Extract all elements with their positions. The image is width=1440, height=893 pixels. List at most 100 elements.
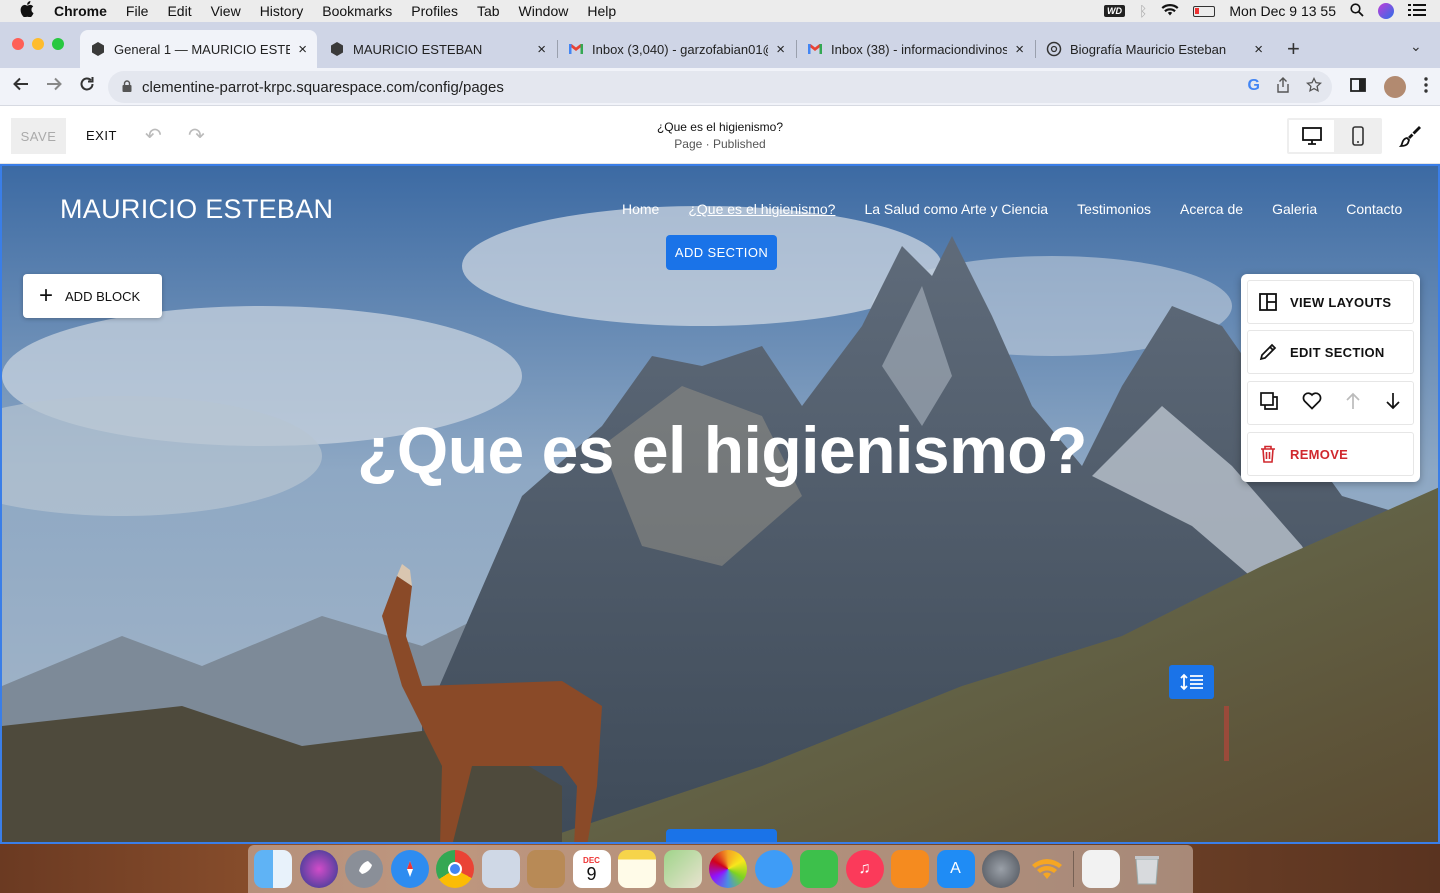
tab-biografia[interactable]: Biografía Mauricio Esteban × <box>1036 30 1273 68</box>
calendar-icon[interactable]: DEC 9 <box>572 850 611 888</box>
profile-avatar[interactable] <box>1384 76 1406 98</box>
pencil-icon <box>1258 342 1278 362</box>
edit-section-button[interactable]: EDIT SECTION <box>1247 330 1414 374</box>
launchpad-icon[interactable] <box>345 850 383 888</box>
jpeg-file-icon[interactable] <box>1082 850 1120 888</box>
macos-menu-bar: Chrome File Edit View History Bookmarks … <box>0 0 1440 22</box>
section-actions-row <box>1247 381 1414 425</box>
trash-icon[interactable] <box>1128 850 1166 888</box>
close-tab-icon[interactable]: × <box>1254 41 1263 58</box>
squarespace-favicon-icon <box>331 42 343 56</box>
zoom-window-icon[interactable] <box>52 38 64 50</box>
remove-section-button[interactable]: REMOVE <box>1247 432 1414 476</box>
add-section-bottom-button[interactable]: ADD SECTION <box>666 829 777 842</box>
tab-general-1[interactable]: General 1 — MAURICIO ESTEBAN × <box>80 30 317 68</box>
menu-window[interactable]: Window <box>519 3 569 19</box>
hero-heading[interactable]: ¿Que es el higienismo? <box>2 412 1438 488</box>
tab-mauricio-esteban[interactable]: MAURICIO ESTEBAN × <box>319 30 556 68</box>
share-icon[interactable] <box>1276 77 1290 98</box>
chrome-icon[interactable] <box>436 850 474 888</box>
menu-profiles[interactable]: Profiles <box>411 3 458 19</box>
lock-icon[interactable] <box>122 80 132 92</box>
siri-icon[interactable] <box>299 850 338 888</box>
control-center-icon[interactable] <box>1408 3 1426 20</box>
new-tab-button[interactable]: + <box>1287 36 1300 62</box>
apple-menu-icon[interactable] <box>18 1 36 21</box>
wd-icon[interactable]: WD <box>1103 5 1125 17</box>
site-styles-brush-icon[interactable] <box>1398 124 1422 153</box>
hero-section[interactable]: MAURICIO ESTEBAN Home ¿Que es el higieni… <box>0 164 1440 844</box>
system-preferences-icon[interactable] <box>982 850 1020 888</box>
section-spacing-handle[interactable] <box>1169 665 1214 699</box>
finder-icon[interactable] <box>254 850 292 888</box>
nav-que-es-higienismo[interactable]: ¿Que es el higienismo? <box>688 201 835 217</box>
notes-icon[interactable] <box>618 850 656 888</box>
music-icon[interactable]: ♫ <box>845 850 884 888</box>
gmail-icon <box>569 44 583 54</box>
spotlight-search-icon[interactable] <box>1350 2 1364 20</box>
maps-icon[interactable] <box>663 850 702 888</box>
wifi-status-icon[interactable] <box>1161 3 1179 19</box>
nav-contacto[interactable]: Contacto <box>1346 201 1402 217</box>
nav-salud-arte-ciencia[interactable]: La Salud como Arte y Ciencia <box>864 201 1048 217</box>
move-up-arrow-icon[interactable] <box>1345 392 1361 415</box>
siri-status-icon[interactable] <box>1378 3 1394 19</box>
back-button[interactable] <box>12 75 30 99</box>
photos-icon[interactable] <box>709 850 747 888</box>
desktop-view-button[interactable] <box>1289 120 1334 152</box>
nav-testimonios[interactable]: Testimonios <box>1077 201 1151 217</box>
nav-galeria[interactable]: Galeria <box>1272 201 1317 217</box>
desktop-icon <box>1301 127 1322 145</box>
reload-button[interactable] <box>78 75 96 99</box>
plus-icon: + <box>39 282 54 309</box>
books-icon[interactable] <box>891 850 929 888</box>
nav-home[interactable]: Home <box>622 201 659 217</box>
tab-search-button[interactable]: ⌄ <box>1410 38 1422 55</box>
url-text[interactable]: clementine-parrot-krpc.squarespace.com/c… <box>142 79 504 96</box>
menu-tab[interactable]: Tab <box>477 3 500 19</box>
safari-icon[interactable] <box>390 850 429 888</box>
duplicate-icon[interactable] <box>1260 391 1278 415</box>
menu-file[interactable]: File <box>126 3 149 19</box>
menubar-clock[interactable]: Mon Dec 9 13 55 <box>1229 3 1336 19</box>
tab-gmail-inbox-2[interactable]: Inbox (38) - informaciondivinosalud@gmai… <box>797 30 1034 68</box>
openai-favicon-icon <box>1046 41 1062 57</box>
preview-icon[interactable] <box>481 850 520 888</box>
menu-bookmarks[interactable]: Bookmarks <box>322 3 392 19</box>
contacts-icon[interactable] <box>527 850 565 888</box>
menu-help[interactable]: Help <box>587 3 616 19</box>
battery-icon[interactable] <box>1193 5 1216 17</box>
close-tab-icon[interactable]: × <box>1015 41 1024 58</box>
calendar-day: 9 <box>586 863 597 884</box>
menu-history[interactable]: History <box>260 3 304 19</box>
bluetooth-icon[interactable]: ᛒ <box>1139 3 1147 19</box>
messages-icon[interactable] <box>754 850 793 888</box>
move-down-arrow-icon[interactable] <box>1385 392 1401 415</box>
address-bar[interactable]: clementine-parrot-krpc.squarespace.com/c… <box>108 71 1332 103</box>
chrome-menu-icon[interactable] <box>1424 76 1428 98</box>
mobile-view-button[interactable] <box>1335 120 1380 152</box>
google-icon[interactable]: G <box>1248 77 1260 98</box>
close-tab-icon[interactable]: × <box>298 41 307 58</box>
menu-chrome[interactable]: Chrome <box>54 3 107 19</box>
menu-view[interactable]: View <box>211 3 241 19</box>
site-title[interactable]: MAURICIO ESTEBAN <box>60 194 333 225</box>
view-layouts-button[interactable]: VIEW LAYOUTS <box>1247 280 1414 324</box>
save-favorite-heart-icon[interactable] <box>1302 391 1322 415</box>
nav-acerca-de[interactable]: Acerca de <box>1180 201 1243 217</box>
side-panel-icon[interactable] <box>1350 77 1366 97</box>
add-block-label: ADD BLOCK <box>65 288 141 304</box>
menu-edit[interactable]: Edit <box>167 3 191 19</box>
add-block-button[interactable]: + ADD BLOCK <box>23 274 162 318</box>
facetime-icon[interactable] <box>800 850 838 888</box>
minimize-window-icon[interactable] <box>32 38 44 50</box>
close-tab-icon[interactable]: × <box>776 41 785 58</box>
close-tab-icon[interactable]: × <box>537 41 546 58</box>
add-section-button[interactable]: ADD SECTION <box>666 235 777 270</box>
bookmark-star-icon[interactable] <box>1306 76 1322 98</box>
tab-gmail-inbox-1[interactable]: Inbox (3,040) - garzofabian01@gmail.com … <box>558 30 795 68</box>
close-window-icon[interactable] <box>12 38 24 50</box>
wifi-icon[interactable] <box>1028 850 1066 888</box>
app-store-icon[interactable]: A <box>936 850 975 888</box>
forward-button[interactable] <box>45 75 63 99</box>
